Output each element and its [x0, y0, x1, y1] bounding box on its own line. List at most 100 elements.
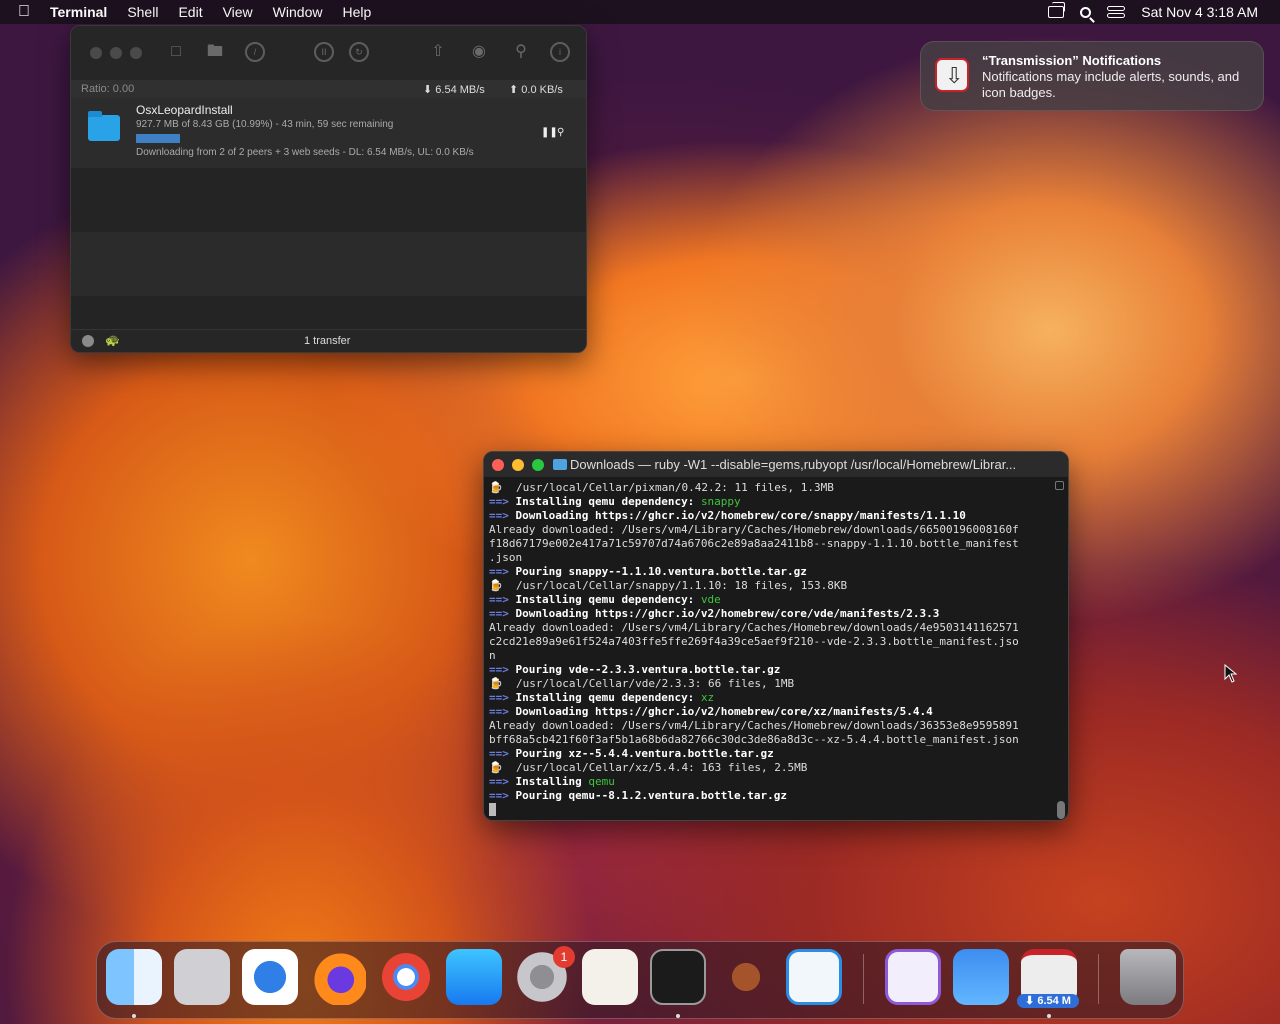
dock-chrome-icon[interactable] — [378, 949, 434, 1005]
minimize-button[interactable] — [512, 459, 524, 471]
prompt-arrow: ==> — [489, 565, 516, 578]
mouse-pointer-icon — [1224, 664, 1238, 683]
dock-firefox-icon[interactable] — [310, 949, 366, 1005]
zoom-button[interactable] — [532, 459, 544, 471]
dock-instruments-icon[interactable] — [718, 949, 774, 1005]
terminal-line-text: Already downloaded: /Users/vm4/Library/C… — [489, 621, 1019, 634]
prompt-arrow: ==> — [489, 691, 516, 704]
spotlight-search-icon[interactable] — [1080, 6, 1092, 18]
empty-row — [71, 168, 586, 232]
torrent-row[interactable]: OsxLeopardInstall 927.7 MB of 8.43 GB (1… — [71, 98, 586, 168]
magnifier-icon[interactable]: ⚲ — [557, 127, 564, 138]
folder-icon — [553, 459, 567, 470]
close-button[interactable] — [90, 47, 102, 59]
torrent-name: OsxLeopardInstall — [136, 103, 233, 117]
open-torrent-icon[interactable]: □ — [166, 42, 186, 62]
ratio-label[interactable]: Ratio: 0.00 — [81, 83, 134, 95]
transmission-status-bar: Ratio: 0.00 ⬇ 6.54 MB/s ⬆ 0.0 KB/s — [71, 80, 586, 98]
prompt-arrow: ==> — [489, 775, 516, 788]
terminal-line: Already downloaded: /Users/vm4/Library/C… — [489, 523, 1051, 537]
menu-help[interactable]: Help — [342, 4, 371, 20]
terminal-line-text: f18d67179e002e417a71c59707d74a6706c2e89a… — [489, 537, 1019, 550]
notification-badge: 1 — [553, 946, 575, 968]
beer-icon: 🍺 — [489, 579, 516, 592]
terminal-line: 🍺 /usr/local/Cellar/vde/2.3.3: 66 files,… — [489, 677, 1051, 691]
empty-row — [71, 296, 586, 333]
terminal-line-text: Installing qemu dependency: — [515, 593, 701, 606]
scrollbar-thumb[interactable] — [1057, 801, 1065, 819]
dock-visual-studio-icon[interactable] — [885, 949, 941, 1005]
terminal-line: ==> Pouring qemu--8.1.2.ventura.bottle.t… — [489, 789, 1051, 803]
share-icon[interactable]: ⇧ — [428, 42, 448, 62]
dock-trash-icon[interactable] — [1120, 949, 1176, 1005]
terminal-line: ==> Downloading https://ghcr.io/v2/homeb… — [489, 607, 1051, 621]
terminal-line: .json — [489, 551, 1051, 565]
menu-window[interactable]: Window — [273, 4, 323, 20]
terminal-line-text: Pouring xz--5.4.4.ventura.bottle.tar.gz — [515, 747, 774, 760]
terminal-line: bff68a5cb421f60f3af5b1a68b6da82766c30dc3… — [489, 733, 1051, 747]
menu-clock[interactable]: Sat Nov 4 3:18 AM — [1141, 4, 1258, 20]
scroll-marker-icon[interactable] — [1055, 481, 1064, 490]
terminal-line-text: /usr/local/Cellar/snappy/1.1.10: 18 file… — [515, 579, 848, 592]
package-name: xz — [700, 691, 715, 704]
terminal-line-text: Pouring vde--2.3.3.ventura.bottle.tar.gz — [515, 663, 781, 676]
terminal-line-text: Already downloaded: /Users/vm4/Library/C… — [489, 719, 1019, 732]
menu-view[interactable]: View — [223, 4, 253, 20]
beer-icon: 🍺 — [489, 761, 516, 774]
terminal-line-text: Pouring snappy--1.1.10.ventura.bottle.ta… — [515, 565, 807, 578]
info-icon[interactable]: i — [550, 42, 570, 62]
package-name: vde — [700, 593, 721, 606]
menu-shell[interactable]: Shell — [127, 4, 158, 20]
terminal-line: n — [489, 649, 1051, 663]
terminal-line: Already downloaded: /Users/vm4/Library/C… — [489, 719, 1051, 733]
transmission-window: □ 🖿 / II ↻ ⇧ ◉ ⚲ i Ratio: 0.00 ⬇ 6.54 MB… — [70, 25, 587, 353]
dock-textedit-icon[interactable] — [582, 949, 638, 1005]
running-indicator — [1047, 1014, 1051, 1018]
torrent-progress-bar — [136, 134, 180, 143]
minimize-button[interactable] — [110, 47, 122, 59]
dock-launchpad-icon[interactable] — [174, 949, 230, 1005]
resume-all-icon[interactable]: ↻ — [349, 42, 369, 62]
zoom-button[interactable] — [130, 47, 142, 59]
dock-separator — [863, 954, 864, 1004]
terminal-line-text: c2cd21e89a9e61f524a7403ffe5ffe269f4a39ce… — [489, 635, 1019, 648]
terminal-line: ==> Pouring snappy--1.1.10.ventura.bottl… — [489, 565, 1051, 579]
dock-terminal-icon[interactable] — [650, 949, 706, 1005]
action-menu-icon[interactable] — [82, 335, 94, 347]
menu-app-terminal[interactable]: Terminal — [50, 4, 107, 20]
notification-title: “Transmission” Notifications — [982, 53, 1162, 68]
pause-icon[interactable]: ❚❚ — [541, 127, 558, 138]
terminal-line-text: Downloading https://ghcr.io/v2/homebrew/… — [515, 705, 933, 718]
dock-finder-icon[interactable] — [106, 949, 162, 1005]
filter-search-icon[interactable]: ⚲ — [511, 42, 531, 62]
dock: 1 ⬇ 6.54 M — [96, 941, 1184, 1019]
menu-bar-extras: Sat Nov 4 3:18 AM — [1048, 0, 1280, 24]
terminal-window: Downloads — ruby -W1 --disable=gems,ruby… — [483, 451, 1069, 821]
terminal-line: ==> Installing qemu dependency: xz — [489, 691, 1051, 705]
folder-icon[interactable]: 🖿 — [205, 42, 225, 62]
transmission-app-icon — [935, 58, 969, 92]
prompt-arrow: ==> — [489, 607, 516, 620]
dock-app-store-icon[interactable] — [446, 949, 502, 1005]
transfer-count: 1 transfer — [304, 335, 351, 347]
terminal-line: f18d67179e002e417a71c59707d74a6706c2e89a… — [489, 537, 1051, 551]
control-center-icon[interactable] — [1107, 6, 1126, 18]
terminal-titlebar[interactable]: Downloads — ruby -W1 --disable=gems,ruby… — [484, 452, 1068, 477]
terminal-line-text: Downloading https://ghcr.io/v2/homebrew/… — [515, 607, 940, 620]
terminal-output[interactable]: 🍺 /usr/local/Cellar/pixman/0.42.2: 11 fi… — [489, 481, 1051, 817]
dock-safari-icon[interactable] — [242, 949, 298, 1005]
apple-menu-icon[interactable]:  — [18, 3, 30, 21]
dock-weather-icon[interactable] — [953, 949, 1009, 1005]
terminal-line-text: Downloading https://ghcr.io/v2/homebrew/… — [515, 509, 966, 522]
dock-vscode-icon[interactable] — [786, 949, 842, 1005]
quicklook-eye-icon[interactable]: ◉ — [469, 42, 489, 62]
terminal-line: 🍺 /usr/local/Cellar/pixman/0.42.2: 11 fi… — [489, 481, 1051, 495]
speed-limit-turtle-icon[interactable]: 🐢 — [105, 333, 120, 347]
menu-edit[interactable]: Edit — [178, 4, 202, 20]
remove-icon[interactable]: / — [245, 42, 265, 62]
pause-all-icon[interactable]: II — [314, 42, 334, 62]
close-button[interactable] — [492, 459, 504, 471]
screen-mirroring-icon[interactable] — [1048, 2, 1066, 18]
terminal-line: ==> Pouring xz--5.4.4.ventura.bottle.tar… — [489, 747, 1051, 761]
notification-banner[interactable]: “Transmission” Notifications Notificatio… — [920, 41, 1264, 111]
